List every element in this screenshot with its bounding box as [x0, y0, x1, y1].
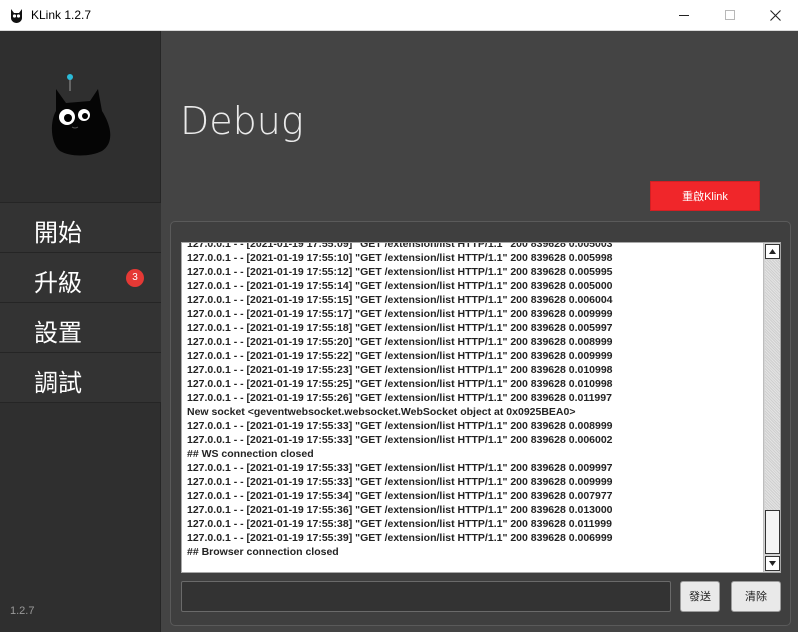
- maximize-button[interactable]: [707, 0, 753, 31]
- sidebar-item-upgrade[interactable]: 升級 3: [0, 253, 161, 303]
- version-label: 1.2.7: [10, 605, 35, 617]
- sidebar-item-label: 升級: [34, 269, 82, 297]
- log-line: 127.0.0.1 - - [2021-01-19 17:55:15] "GET…: [187, 294, 613, 306]
- sidebar-item-debug[interactable]: 調試: [0, 353, 161, 403]
- close-button[interactable]: [752, 0, 798, 31]
- clear-button[interactable]: 清除: [731, 581, 781, 612]
- sidebar: 開始 升級 3 設置 調試 1.2.7: [0, 31, 161, 632]
- log-line: 127.0.0.1 - - [2021-01-19 17:55:26] "GET…: [187, 392, 612, 404]
- sidebar-nav: 開始 升級 3 設置 調試: [0, 202, 161, 403]
- log-line: 127.0.0.1 - - [2021-01-19 17:55:38] "GET…: [187, 518, 612, 530]
- log-line: 127.0.0.1 - - [2021-01-19 17:55:33] "GET…: [187, 434, 613, 446]
- sidebar-item-start[interactable]: 開始: [0, 203, 161, 253]
- upgrade-badge: 3: [126, 269, 144, 287]
- close-icon: [770, 10, 781, 21]
- cat-logo: [51, 74, 111, 156]
- log-line: 127.0.0.1 - - [2021-01-19 17:55:33] "GET…: [187, 462, 613, 474]
- log-line: 127.0.0.1 - - [2021-01-19 17:55:39] "GET…: [187, 532, 613, 544]
- arrow-down-icon: [769, 561, 776, 566]
- arrow-up-icon: [769, 249, 776, 254]
- log-output[interactable]: 127.0.0.1 - - [2021-01-19 17:55:09] "GET…: [181, 242, 781, 573]
- sidebar-item-label: 開始: [34, 219, 82, 247]
- sidebar-item-label: 設置: [34, 319, 82, 347]
- log-line: 127.0.0.1 - - [2021-01-19 17:55:10] "GET…: [187, 252, 613, 264]
- sidebar-item-settings[interactable]: 設置: [0, 303, 161, 353]
- restart-klink-button[interactable]: 重啟Klink: [650, 181, 760, 211]
- log-lines: 127.0.0.1 - - [2021-01-19 17:55:09] "GET…: [187, 242, 762, 559]
- title-bar: KLink 1.2.7: [0, 0, 798, 31]
- log-line: 127.0.0.1 - - [2021-01-19 17:55:33] "GET…: [187, 420, 613, 432]
- log-line: 127.0.0.1 - - [2021-01-19 17:55:14] "GET…: [187, 280, 613, 292]
- log-line: ## Browser connection closed: [187, 546, 339, 558]
- log-line: 127.0.0.1 - - [2021-01-19 17:55:17] "GET…: [187, 308, 613, 320]
- page-title: Debug: [180, 99, 304, 143]
- log-line: 127.0.0.1 - - [2021-01-19 17:55:23] "GET…: [187, 364, 613, 376]
- debug-panel: 127.0.0.1 - - [2021-01-19 17:55:09] "GET…: [170, 221, 791, 626]
- cat-icon: [11, 9, 22, 23]
- log-line: 127.0.0.1 - - [2021-01-19 17:55:25] "GET…: [187, 378, 613, 390]
- minimize-button[interactable]: [661, 0, 707, 31]
- log-line: 127.0.0.1 - - [2021-01-19 17:55:36] "GET…: [187, 504, 613, 516]
- send-button[interactable]: 發送: [680, 581, 720, 612]
- main-content: Debug 重啟Klink 127.0.0.1 - - [2021-01-19 …: [161, 31, 798, 632]
- log-line: New socket <geventwebsocket.websocket.We…: [187, 406, 576, 418]
- minimize-icon: [679, 15, 689, 16]
- log-line: 127.0.0.1 - - [2021-01-19 17:55:33] "GET…: [187, 476, 613, 488]
- command-input[interactable]: [181, 581, 671, 612]
- log-line: 127.0.0.1 - - [2021-01-19 17:55:18] "GET…: [187, 322, 613, 334]
- log-line: 127.0.0.1 - - [2021-01-19 17:55:22] "GET…: [187, 350, 613, 362]
- log-scrollbar[interactable]: [763, 243, 780, 572]
- log-line: 127.0.0.1 - - [2021-01-19 17:55:34] "GET…: [187, 490, 613, 502]
- log-line: ## WS connection closed: [187, 448, 314, 460]
- scroll-thumb[interactable]: [765, 510, 780, 554]
- scroll-down-button[interactable]: [765, 556, 780, 571]
- log-line: 127.0.0.1 - - [2021-01-19 17:55:09] "GET…: [187, 242, 613, 250]
- maximize-icon: [725, 10, 735, 20]
- log-line: 127.0.0.1 - - [2021-01-19 17:55:20] "GET…: [187, 336, 613, 348]
- window-title: KLink 1.2.7: [31, 8, 92, 22]
- log-line: 127.0.0.1 - - [2021-01-19 17:55:12] "GET…: [187, 266, 613, 278]
- scroll-up-button[interactable]: [765, 244, 780, 259]
- sidebar-item-label: 調試: [34, 369, 82, 397]
